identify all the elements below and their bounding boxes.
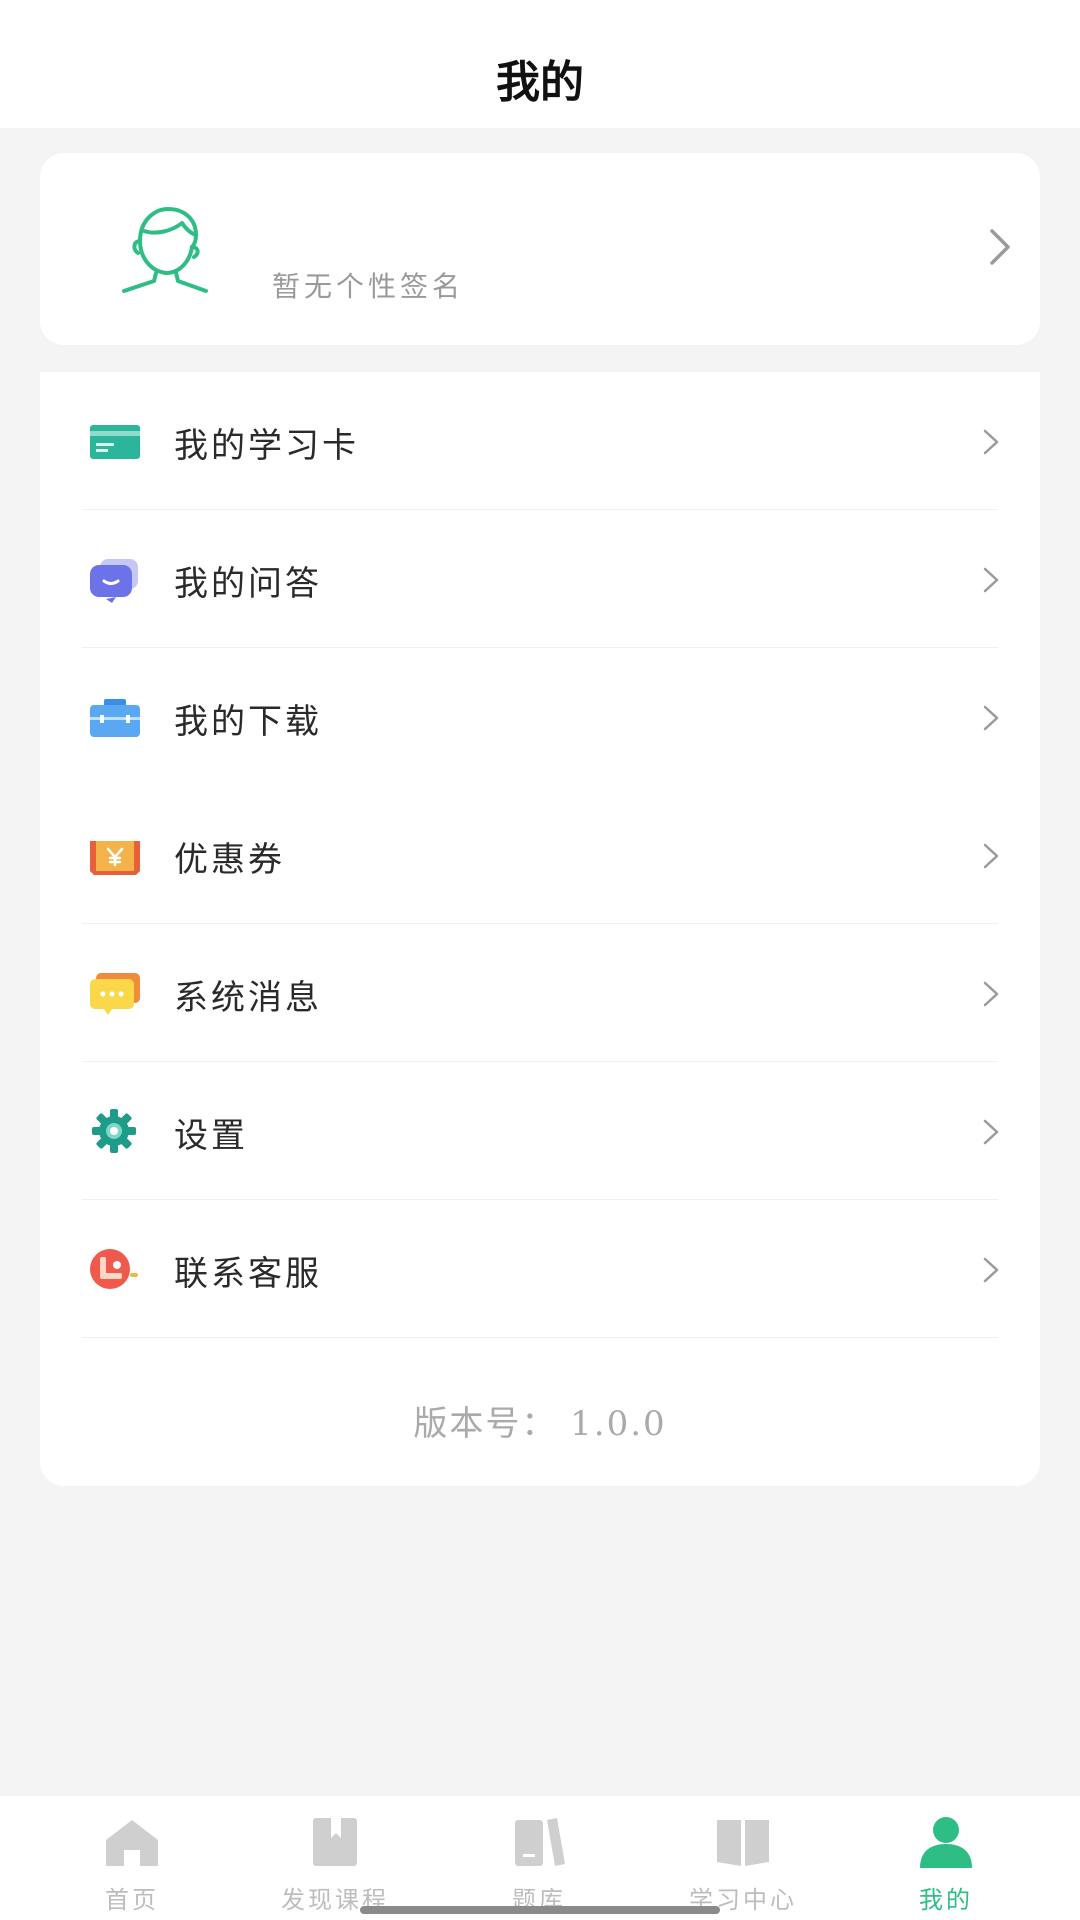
menu-label: 联系客服: [174, 1254, 322, 1294]
menu-item-study-card[interactable]: 我的学习卡: [40, 372, 1040, 510]
home-icon: [106, 1820, 158, 1866]
bottom-tab-bar: 首页 发现课程 题库 学习中心 我的: [0, 1796, 1080, 1920]
menu-item-settings[interactable]: 设置: [40, 1062, 1040, 1200]
study-card-icon: [90, 425, 140, 459]
chevron-right-icon: [983, 843, 999, 869]
menu-item-coupons[interactable]: 优惠券: [40, 786, 1040, 924]
chevron-right-icon: [990, 229, 1010, 265]
chevron-right-icon: [983, 1119, 999, 1145]
menu-card: 我的学习卡 我的问答 我的下载 优惠券 系统消息 设置 联系客服 版本号： 1.…: [40, 372, 1040, 1486]
books-icon: [515, 1818, 565, 1866]
chevron-right-icon: [983, 1257, 999, 1283]
menu-item-system-messages[interactable]: 系统消息: [40, 924, 1040, 1062]
menu-label: 我的问答: [174, 564, 322, 604]
menu-item-customer-service[interactable]: 联系客服: [40, 1200, 1040, 1338]
user-avatar-icon[interactable]: [110, 201, 220, 301]
menu-label: 系统消息: [174, 978, 322, 1018]
message-icon: [90, 973, 140, 1015]
menu-item-downloads[interactable]: 我的下载: [40, 648, 1040, 786]
briefcase-icon: [90, 699, 140, 737]
customer-service-icon: [90, 1249, 138, 1289]
page-title: 我的: [496, 57, 584, 108]
chat-bubble-icon: [90, 559, 138, 603]
gear-icon: [92, 1109, 136, 1153]
tab-mine[interactable]: 我的: [838, 1796, 1054, 1920]
menu-label: 设置: [174, 1116, 248, 1156]
person-icon: [920, 1817, 972, 1868]
profile-signature: 暂无个性签名: [272, 270, 465, 303]
menu-label: 优惠券: [174, 840, 285, 880]
divider: [82, 1337, 998, 1338]
chevron-right-icon: [983, 981, 999, 1007]
chevron-right-icon: [983, 429, 999, 455]
tab-label: 我的: [919, 1886, 973, 1914]
profile-card[interactable]: 暂无个性签名: [40, 153, 1040, 345]
tab-question-bank[interactable]: 题库: [431, 1796, 647, 1920]
home-indicator: [360, 1906, 720, 1914]
menu-item-qa[interactable]: 我的问答: [40, 510, 1040, 648]
chevron-right-icon: [983, 567, 999, 593]
version-label: 版本号： 1.0.0: [413, 1404, 667, 1444]
menu-label: 我的学习卡: [174, 426, 359, 466]
bookmark-book-icon: [313, 1818, 357, 1866]
tab-discover-courses[interactable]: 发现课程: [227, 1796, 443, 1920]
coupon-icon: [90, 841, 140, 875]
tab-learning-center[interactable]: 学习中心: [635, 1796, 851, 1920]
top-bar: 我的: [0, 0, 1080, 128]
chevron-right-icon: [983, 705, 999, 731]
menu-label: 我的下载: [174, 702, 322, 742]
tab-home[interactable]: 首页: [24, 1796, 240, 1920]
open-book-icon: [717, 1820, 769, 1866]
tab-label: 首页: [105, 1886, 159, 1914]
